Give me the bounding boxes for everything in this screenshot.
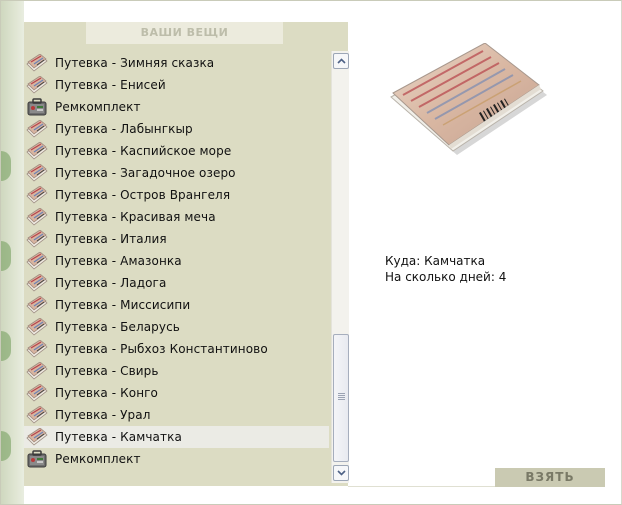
repair-kit-icon [26, 448, 48, 470]
list-item[interactable]: Путевка - Енисей [24, 74, 329, 96]
inventory-list: Путевка - Зимняя сказка Путевка - Енисей Р… [24, 52, 329, 470]
list-item-label: Путевка - Миссисипи [55, 298, 191, 312]
ticket-icon [26, 294, 48, 316]
list-item[interactable]: Путевка - Камчатка [24, 426, 329, 448]
item-preview-image [381, 42, 551, 163]
list-item[interactable]: Путевка - Остров Врангеля [24, 184, 329, 206]
background-foliage-strip [1, 1, 24, 504]
days-value: 4 [498, 270, 507, 284]
ticket-icon [26, 426, 48, 448]
inventory-panel: ВАШИ ВЕЩИ Путевка - Зимняя сказка Путевка… [24, 22, 349, 486]
ticket-icon [26, 118, 48, 140]
list-item[interactable]: Путевка - Каспийское море [24, 140, 329, 162]
scroll-thumb[interactable] [333, 334, 349, 462]
foliage-leaf-decoration [1, 241, 11, 271]
ticket-icon [26, 52, 48, 74]
list-item[interactable]: Путевка - Зимняя сказка [24, 52, 329, 74]
destination-label: Куда: [385, 254, 421, 268]
list-item-label: Путевка - Красивая меча [55, 210, 216, 224]
list-item[interactable]: Путевка - Ладога [24, 272, 329, 294]
days-row: На сколько дней: 4 [385, 269, 506, 285]
list-item[interactable]: Ремкомплект [24, 448, 329, 470]
list-item[interactable]: Путевка - Рыбхоз Константиново [24, 338, 329, 360]
ticket-icon [26, 272, 48, 294]
list-item[interactable]: Путевка - Италия [24, 228, 329, 250]
ticket-booklet-icon [390, 42, 547, 155]
ticket-icon [26, 74, 48, 96]
ticket-icon [26, 162, 48, 184]
ticket-icon [26, 228, 48, 250]
list-item[interactable]: Путевка - Конго [24, 382, 329, 404]
list-item-label: Путевка - Конго [55, 386, 158, 400]
inventory-scrollbar[interactable] [331, 51, 349, 483]
chevron-down-icon [336, 470, 346, 476]
list-item-label: Путевка - Камчатка [55, 430, 182, 444]
ticket-icon [26, 360, 48, 382]
repair-kit-icon [26, 96, 48, 118]
list-item[interactable]: Путевка - Беларусь [24, 316, 329, 338]
list-item-label: Путевка - Лабынгкыр [55, 122, 193, 136]
list-item[interactable]: Ремкомплект [24, 96, 329, 118]
days-label: На сколько дней: [385, 270, 495, 284]
list-item-label: Путевка - Ладога [55, 276, 167, 290]
list-item-label: Путевка - Амазонка [55, 254, 182, 268]
ticket-icon [26, 250, 48, 272]
take-button[interactable]: ВЗЯТЬ [495, 468, 605, 487]
ticket-icon [26, 382, 48, 404]
item-details: Куда: Камчатка На сколько дней: 4 [385, 253, 506, 285]
foliage-leaf-decoration [1, 431, 11, 461]
list-item-label: Путевка - Беларусь [55, 320, 180, 334]
list-item[interactable]: Путевка - Красивая меча [24, 206, 329, 228]
list-item-label: Путевка - Свирь [55, 364, 159, 378]
ticket-icon [26, 206, 48, 228]
list-item[interactable]: Путевка - Амазонка [24, 250, 329, 272]
destination-value: Камчатка [424, 254, 486, 268]
ticket-icon [26, 184, 48, 206]
ticket-icon [26, 316, 48, 338]
scroll-up-button[interactable] [333, 53, 349, 69]
list-item[interactable]: Путевка - Урал [24, 404, 329, 426]
foliage-leaf-decoration [1, 151, 11, 181]
list-item-label: Путевка - Зимняя сказка [55, 56, 215, 70]
list-item-label: Путевка - Каспийское море [55, 144, 232, 158]
scroll-down-button[interactable] [333, 465, 349, 481]
list-item[interactable]: Путевка - Миссисипи [24, 294, 329, 316]
ticket-icon [26, 338, 48, 360]
list-item-label: Путевка - Урал [55, 408, 151, 422]
list-item-label: Ремкомплект [55, 100, 141, 114]
list-item[interactable]: Путевка - Лабынгкыр [24, 118, 329, 140]
list-item-label: Путевка - Загадочное озеро [55, 166, 236, 180]
list-item-label: Путевка - Остров Врангеля [55, 188, 231, 202]
list-item-label: Ремкомплект [55, 452, 141, 466]
list-item[interactable]: Путевка - Загадочное озеро [24, 162, 329, 184]
list-item-label: Путевка - Енисей [55, 78, 166, 92]
list-item-label: Путевка - Рыбхоз Константиново [55, 342, 268, 356]
destination-row: Куда: Камчатка [385, 253, 506, 269]
inventory-window: ВАШИ ВЕЩИ Путевка - Зимняя сказка Путевка… [0, 0, 622, 505]
list-item-label: Путевка - Италия [55, 232, 167, 246]
chevron-up-icon [336, 58, 346, 64]
ticket-icon [26, 140, 48, 162]
ticket-icon [26, 404, 48, 426]
foliage-leaf-decoration [1, 331, 11, 361]
list-item[interactable]: Путевка - Свирь [24, 360, 329, 382]
grip-icon [338, 393, 345, 400]
panel-title: ВАШИ ВЕЩИ [86, 22, 283, 44]
